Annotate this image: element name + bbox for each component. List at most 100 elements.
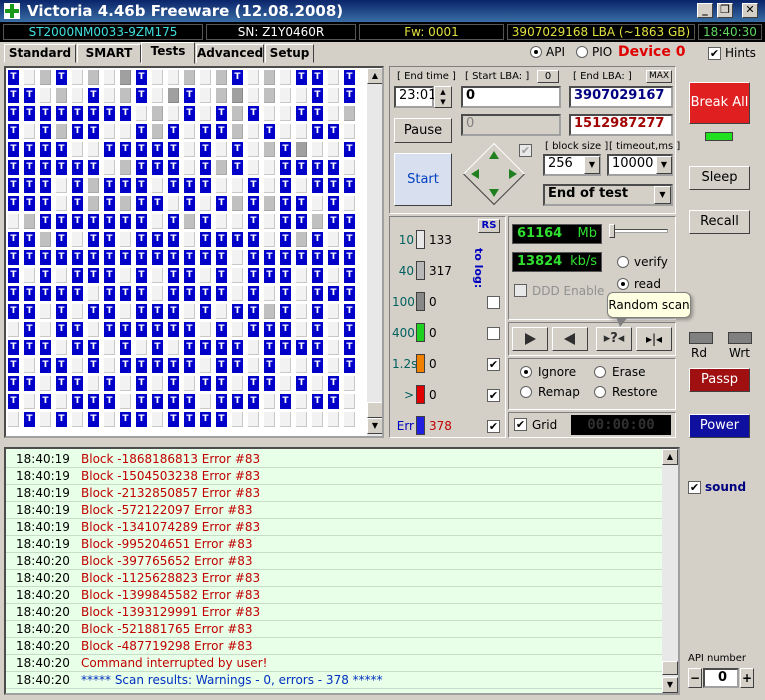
position-slider-thumb[interactable]: [609, 224, 615, 238]
scroll-up-arrow[interactable]: ▲: [367, 68, 382, 84]
timeout-block: T: [184, 358, 195, 373]
break-all-button[interactable]: Break All: [689, 82, 750, 124]
arrow-right-icon[interactable]: [509, 169, 517, 179]
timeout-block: T: [216, 412, 227, 427]
log-scroll-thumb[interactable]: [662, 661, 678, 675]
api-minus-button[interactable]: −: [688, 668, 702, 688]
direction-pad[interactable]: [461, 141, 527, 207]
erase-radio[interactable]: [594, 366, 606, 378]
sound-checkbox[interactable]: ✔: [688, 481, 701, 494]
rs-button[interactable]: RS: [478, 219, 500, 233]
scroll-down-arrow[interactable]: ▼: [367, 418, 382, 434]
api-plus-button[interactable]: +: [740, 668, 754, 688]
legend-log-checkbox[interactable]: ✔: [487, 358, 500, 371]
end-lba-max-button[interactable]: MAX: [646, 70, 672, 83]
timeout-block: T: [248, 250, 259, 265]
block-cell: [152, 88, 163, 103]
end-action-dropdown-icon[interactable]: ▼: [654, 186, 671, 204]
end-time-spinner[interactable]: ▲ ▼: [434, 86, 452, 108]
api-radio[interactable]: [530, 46, 542, 58]
timeout-block: T: [8, 178, 19, 193]
legend-label: >: [403, 388, 414, 402]
tab-smart[interactable]: SMART: [77, 44, 141, 63]
tab-standard[interactable]: Standard: [4, 44, 76, 63]
timeout-block: T: [88, 124, 99, 139]
block-cell: [248, 70, 259, 85]
timeout-block: T: [200, 214, 211, 229]
tab-advanced[interactable]: Advanced: [196, 44, 264, 63]
log-message: Block -1868186813 Error #83: [81, 452, 261, 466]
tab-setup[interactable]: Setup: [265, 44, 314, 63]
verify-radio[interactable]: [617, 256, 629, 268]
position-slider-track[interactable]: [610, 229, 668, 233]
block-cell: [280, 376, 291, 391]
jump-button[interactable]: ▸|◂: [636, 327, 672, 351]
passp-button[interactable]: Passp: [689, 368, 750, 392]
start-button[interactable]: Start: [394, 153, 452, 206]
timeout-block: T: [296, 214, 307, 229]
block-cell: [56, 394, 67, 409]
random-scan-button[interactable]: ▸?◂: [596, 327, 632, 351]
block-size-dropdown-icon[interactable]: ▼: [584, 156, 600, 174]
remap-radio[interactable]: [520, 386, 532, 398]
log-message: Block -487719298 Error #83: [81, 639, 253, 653]
ignore-radio[interactable]: [520, 366, 532, 378]
timeout-block: T: [72, 214, 83, 229]
dpad-checkbox[interactable]: ✔: [519, 144, 532, 157]
tab-tests[interactable]: Tests: [141, 42, 195, 64]
log-scroll-down-arrow[interactable]: ▼: [662, 677, 678, 693]
timeout-dropdown-icon[interactable]: ▼: [656, 156, 672, 174]
end-lba-field[interactable]: 3907029167: [569, 86, 673, 108]
hints-checkbox[interactable]: ✔: [708, 47, 721, 60]
legend-swatch: [416, 354, 425, 373]
close-button[interactable]: ✕: [742, 3, 758, 18]
recall-button[interactable]: Recall: [689, 210, 750, 234]
minimize-button[interactable]: _: [697, 3, 713, 18]
legend-log-checkbox[interactable]: ✔: [487, 389, 500, 402]
start-lba-label: [ Start LBA: ]: [465, 71, 530, 82]
play-icon: [525, 333, 536, 345]
scroll-thumb[interactable]: [367, 402, 382, 418]
wrt-label: Wrt: [729, 346, 750, 360]
remap-label: Remap: [538, 385, 580, 399]
timeout-block: T: [104, 196, 115, 211]
arrow-up-icon[interactable]: [489, 151, 499, 159]
api-number-field[interactable]: 0: [703, 668, 739, 688]
timeout-block: T: [152, 160, 163, 175]
timeout-block: T: [104, 304, 115, 319]
grid-checkbox[interactable]: ✔: [514, 418, 527, 431]
timeout-block: T: [8, 340, 19, 355]
arrow-down-icon[interactable]: [489, 189, 499, 197]
timeout-block: T: [280, 304, 291, 319]
timeout-block: T: [200, 286, 211, 301]
timeout-block: T: [136, 70, 147, 85]
map-scrollbar[interactable]: ▲ ▼: [367, 68, 382, 436]
maximize-button[interactable]: ❐: [717, 3, 733, 18]
timeout-block: T: [216, 106, 227, 121]
legend-log-checkbox[interactable]: [487, 327, 500, 340]
block-cell: [168, 106, 179, 121]
play-button[interactable]: [512, 327, 548, 351]
sleep-button[interactable]: Sleep: [689, 166, 750, 190]
block-cell: [328, 358, 339, 373]
read-radio[interactable]: [617, 278, 629, 290]
start-lba-zero-button[interactable]: 0: [537, 70, 559, 83]
restore-radio[interactable]: [594, 386, 606, 398]
timeout-block: T: [168, 304, 179, 319]
timeout-block: T: [8, 358, 19, 373]
arrow-left-icon[interactable]: [471, 169, 479, 179]
legend-log-checkbox[interactable]: ✔: [487, 420, 500, 433]
ddd-checkbox[interactable]: [514, 284, 527, 297]
log-scroll-up-arrow[interactable]: ▲: [662, 449, 678, 465]
start-lba-field[interactable]: 0: [461, 86, 561, 108]
legend-log-checkbox[interactable]: [487, 296, 500, 309]
power-button[interactable]: Power: [689, 414, 750, 438]
pio-radio[interactable]: [576, 46, 588, 58]
log-scrollbar[interactable]: ▲ ▼: [662, 449, 678, 693]
block-cell: [344, 394, 355, 409]
reverse-button[interactable]: [552, 327, 588, 351]
log-row: 18:40:19 Block -572122097 Error #83: [6, 502, 666, 519]
pause-button[interactable]: Pause: [394, 118, 452, 143]
log-time: 18:40:19: [16, 520, 70, 534]
end-time-field[interactable]: 23:01: [394, 86, 436, 108]
